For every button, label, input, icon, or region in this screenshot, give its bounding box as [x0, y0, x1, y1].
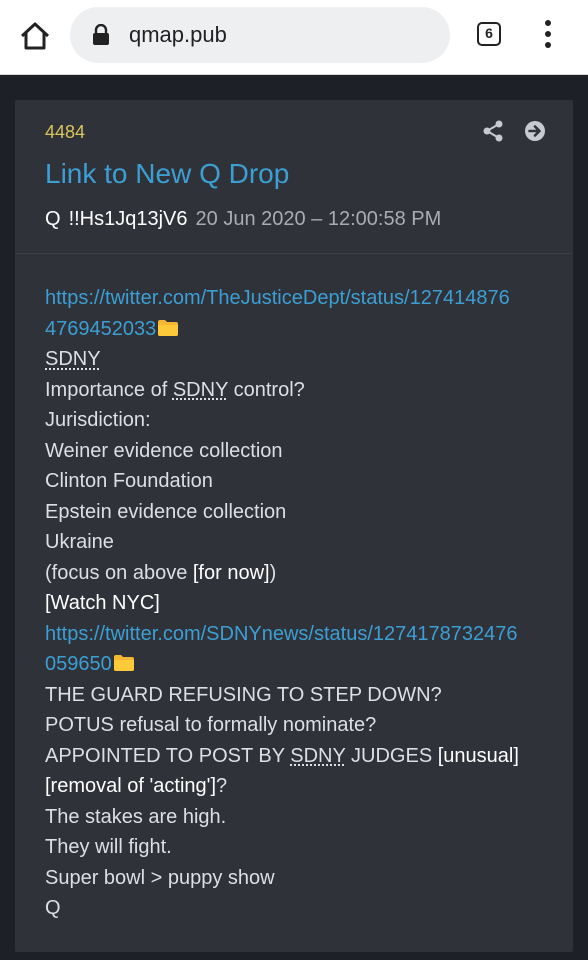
watch-nyc-line: [Watch NYC]: [45, 592, 160, 614]
link-justice-dept-cont: 4769452033: [45, 314, 545, 345]
more-vert-icon[interactable]: [544, 20, 552, 50]
signature: Q: [45, 897, 61, 919]
browser-toolbar: qmap.pub 6: [0, 0, 588, 75]
url-text: qmap.pub: [129, 22, 227, 47]
tripcode: !!Hs1Jq13jV6: [68, 208, 188, 230]
epstein-line: Epstein evidence collection: [45, 500, 287, 523]
jurisdiction-line: Jurisdiction:: [45, 409, 151, 431]
ukraine-line: Ukraine: [45, 531, 114, 553]
post-card: 4484 Link to New Q Drop Q !!Hs1Jq13jV6 20 …: [15, 100, 573, 952]
potus-line: POTUS refusal to formally nominate?: [45, 714, 377, 736]
link-sdny-news-cont: 059650: [45, 649, 545, 680]
post-title[interactable]: Link to New Q Drop: [45, 158, 289, 190]
focus-line: (focus on above [for now]): [45, 561, 277, 584]
tab-switcher-button[interactable]: 6: [477, 22, 501, 46]
folder-icon: [158, 319, 179, 336]
post-date: 20 Jun 2020 – 12:00:58 PM: [195, 208, 442, 230]
home-icon[interactable]: [18, 20, 52, 52]
folder-icon: [113, 655, 134, 671]
link-justice-dept[interactable]: https://twitter.com/TheJusticeDept/statu…: [45, 283, 545, 314]
clinton-line: Clinton Foundation: [45, 470, 213, 492]
guard-line: THE GUARD REFUSING TO STEP DOWN?: [45, 683, 442, 706]
removal-line: [removal of 'acting']?: [45, 775, 228, 797]
share-icon[interactable]: [482, 120, 504, 142]
link-sdny-news[interactable]: https://twitter.com/SDNYnews/status/1274…: [45, 619, 545, 650]
author-name: Q: [45, 208, 61, 230]
post-body: https://twitter.com/TheJusticeDept/statu…: [45, 283, 545, 924]
fight-line: They will fight.: [45, 836, 172, 858]
post-meta: Q !!Hs1Jq13jV6 20 Jun 2020 – 12:00:58 PM: [45, 208, 441, 231]
superbowl-line: Super bowl > puppy show: [45, 866, 275, 889]
appointed-line: APPOINTED TO POST BY SDNY JUDGES [unusua…: [45, 744, 519, 767]
importance-line: Importance of SDNY control?: [45, 378, 305, 401]
post-number[interactable]: 4484: [45, 122, 85, 143]
address-bar[interactable]: qmap.pub: [70, 7, 450, 63]
sdny-abbr: SDNY: [45, 348, 101, 370]
lock-icon: [93, 24, 109, 45]
post-header: 4484 Link to New Q Drop Q !!Hs1Jq13jV6 20 …: [15, 100, 573, 254]
weiner-line: Weiner evidence collection: [45, 439, 283, 462]
stakes-line: The stakes are high.: [45, 805, 227, 828]
arrow-right-circle-icon[interactable]: [524, 120, 546, 142]
